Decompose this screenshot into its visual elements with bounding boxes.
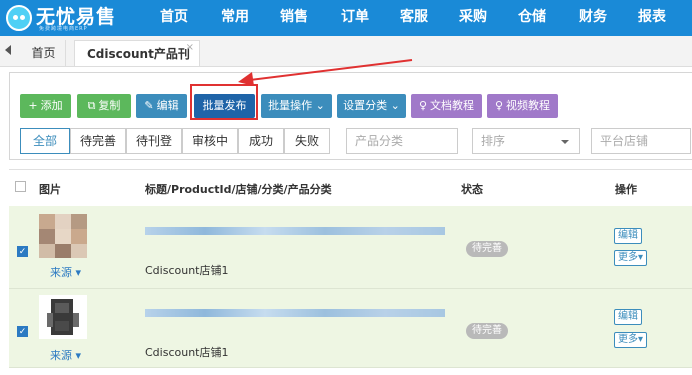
nav-finance[interactable]: 财务 bbox=[579, 0, 607, 36]
product-thumbnail[interactable] bbox=[39, 295, 87, 339]
add-button[interactable]: + 添加 bbox=[20, 94, 71, 118]
nav-sales[interactable]: 销售 bbox=[280, 0, 308, 36]
blurred-title bbox=[145, 309, 445, 317]
table-row: ✓ 来源 ▾ Cdiscount店铺1 待完善 编辑 更多▾ bbox=[9, 206, 692, 289]
edit-link-button[interactable]: 编辑 bbox=[614, 228, 642, 244]
more-dropdown[interactable]: 更多▾ bbox=[614, 250, 648, 266]
nav-service[interactable]: 客服 bbox=[400, 0, 428, 36]
filter-reviewing[interactable]: 审核中 bbox=[182, 128, 238, 154]
logo[interactable]: 无忧易售 免费跨境电商ERP bbox=[6, 2, 141, 34]
filter-pending[interactable]: 待刊登 bbox=[126, 128, 182, 154]
nav-common[interactable]: 常用 bbox=[221, 0, 249, 36]
copy-button[interactable]: ⧉ 复制 bbox=[77, 94, 131, 118]
tab-scroll-left-icon[interactable] bbox=[5, 45, 11, 55]
edit-icon: ✎ bbox=[144, 99, 154, 112]
batch-ops-dropdown[interactable]: 批量操作 ⌄ bbox=[261, 94, 332, 118]
status-badge: 待完善 bbox=[466, 323, 508, 339]
shop-name: Cdiscount店铺1 bbox=[145, 346, 229, 359]
nav-orders[interactable]: 订单 bbox=[341, 0, 369, 36]
edit-button[interactable]: ✎ 编辑 bbox=[136, 94, 187, 118]
chevron-down-icon: ⌄ bbox=[387, 99, 400, 112]
nav-warehouse[interactable]: 仓储 bbox=[518, 0, 546, 36]
chevron-down-icon: ⌄ bbox=[312, 99, 325, 112]
nav-reports[interactable]: 报表 bbox=[638, 0, 666, 36]
doc-tutorial-button[interactable]: ♀ 文档教程 bbox=[411, 94, 482, 118]
row-checkbox[interactable]: ✓ bbox=[17, 246, 28, 257]
tab-home[interactable]: 首页 bbox=[22, 40, 66, 66]
close-icon[interactable]: × bbox=[186, 35, 194, 61]
logo-icon bbox=[6, 5, 32, 31]
select-all-checkbox[interactable] bbox=[15, 181, 26, 192]
col-status: 状态 bbox=[461, 183, 483, 196]
filter-incomplete[interactable]: 待完善 bbox=[70, 128, 126, 154]
set-category-dropdown[interactable]: 设置分类 ⌄ bbox=[337, 94, 406, 118]
col-title: 标题/ProductId/店铺/分类/产品分类 bbox=[145, 183, 332, 196]
logo-tagline: 免费跨境电商ERP bbox=[39, 26, 88, 32]
plus-icon: + bbox=[28, 99, 38, 112]
more-dropdown[interactable]: 更多▾ bbox=[614, 332, 648, 348]
shop-name: Cdiscount店铺1 bbox=[145, 264, 229, 277]
col-image: 图片 bbox=[39, 183, 61, 196]
filter-all[interactable]: 全部 bbox=[20, 128, 70, 154]
copy-icon: ⧉ bbox=[87, 99, 96, 112]
video-tutorial-button[interactable]: ♀ 视频教程 bbox=[487, 94, 558, 118]
nav-purchase[interactable]: 采购 bbox=[459, 0, 487, 36]
caret-down-icon bbox=[561, 140, 569, 144]
source-dropdown[interactable]: 来源 ▾ bbox=[50, 347, 81, 363]
product-thumbnail[interactable] bbox=[39, 214, 87, 258]
lightbulb-icon: ♀ bbox=[494, 99, 504, 112]
tab-cdiscount-listing[interactable]: Cdiscount产品刊登 × bbox=[74, 40, 200, 87]
highlight-box bbox=[190, 84, 258, 120]
table-header: 图片 标题/ProductId/店铺/分类/产品分类 状态 操作 bbox=[9, 169, 692, 207]
blurred-title bbox=[145, 227, 445, 235]
category-input[interactable]: 产品分类 bbox=[346, 128, 458, 154]
edit-link-button[interactable]: 编辑 bbox=[614, 309, 642, 325]
nav-home[interactable]: 首页 bbox=[160, 0, 188, 36]
source-dropdown[interactable]: 来源 ▾ bbox=[50, 264, 81, 280]
lightbulb-icon: ♀ bbox=[418, 99, 428, 112]
annotation-arrow-icon bbox=[238, 59, 413, 86]
col-ops: 操作 bbox=[615, 183, 637, 196]
shop-input[interactable]: 平台店铺 bbox=[591, 128, 691, 154]
filter-failed[interactable]: 失败 bbox=[284, 128, 330, 154]
table-row: ✓ 来源 ▾ Cdiscount店铺1 待完善 编辑 更多▾ bbox=[9, 289, 692, 368]
sort-select[interactable]: 排序 bbox=[472, 128, 580, 154]
status-badge: 待完善 bbox=[466, 241, 508, 257]
top-nav: 无忧易售 免费跨境电商ERP 首页 常用 销售 订单 客服 采购 仓储 财务 报… bbox=[0, 0, 692, 36]
filter-success[interactable]: 成功 bbox=[238, 128, 284, 154]
row-checkbox[interactable]: ✓ bbox=[17, 326, 28, 337]
